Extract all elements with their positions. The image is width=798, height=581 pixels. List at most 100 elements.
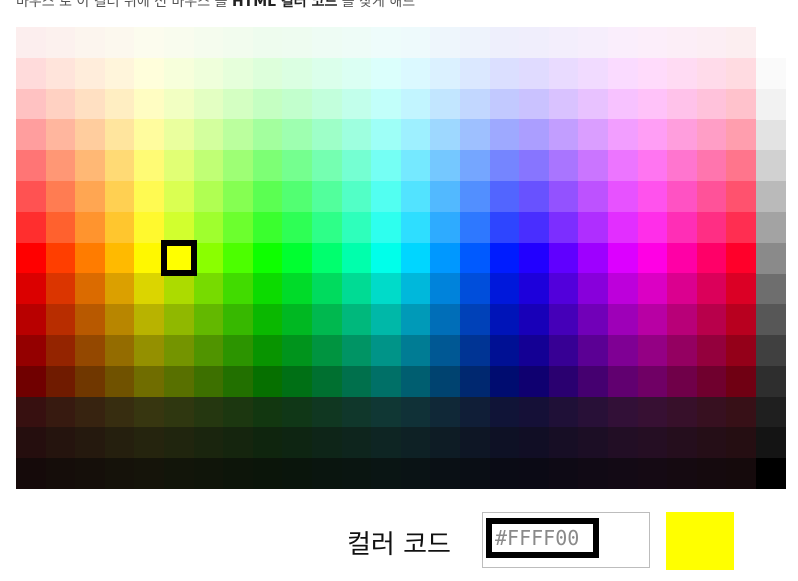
color-swatch[interactable]	[104, 150, 135, 181]
color-swatch[interactable]	[16, 57, 46, 89]
color-swatch[interactable]	[282, 150, 312, 181]
color-swatch[interactable]	[104, 57, 135, 89]
color-swatch[interactable]	[223, 365, 253, 397]
color-swatch[interactable]	[223, 27, 253, 58]
color-swatch[interactable]	[608, 88, 638, 120]
color-swatch[interactable]	[726, 365, 756, 397]
color-swatch[interactable]	[608, 304, 638, 335]
color-swatch[interactable]	[104, 396, 135, 428]
color-swatch[interactable]	[282, 427, 312, 459]
color-swatch[interactable]	[489, 88, 520, 120]
color-swatch[interactable]	[726, 57, 756, 89]
color-swatch[interactable]	[223, 88, 253, 120]
color-swatch[interactable]	[608, 180, 638, 212]
color-swatch[interactable]	[223, 458, 253, 489]
color-swatch[interactable]	[252, 427, 283, 459]
color-swatch[interactable]	[75, 150, 105, 181]
color-swatch[interactable]	[489, 273, 520, 305]
color-swatch[interactable]	[637, 242, 668, 274]
color-swatch[interactable]	[134, 88, 164, 120]
color-swatch[interactable]	[223, 396, 253, 428]
color-swatch[interactable]	[193, 458, 224, 489]
color-swatch[interactable]	[460, 396, 490, 428]
color-swatch[interactable]	[608, 427, 638, 459]
color-swatch[interactable]	[696, 119, 727, 151]
color-swatch[interactable]	[371, 27, 401, 58]
color-swatch[interactable]	[637, 334, 668, 366]
color-swatch[interactable]	[341, 242, 372, 274]
color-swatch[interactable]	[637, 396, 668, 428]
color-swatch[interactable]	[489, 180, 520, 212]
color-swatch[interactable]	[282, 211, 312, 243]
color-swatch[interactable]	[667, 57, 697, 89]
color-swatch[interactable]	[430, 427, 460, 459]
color-swatch[interactable]	[164, 180, 194, 212]
color-swatch[interactable]	[430, 242, 460, 274]
color-swatch[interactable]	[341, 458, 372, 489]
color-swatch[interactable]	[45, 88, 76, 120]
color-swatch[interactable]	[696, 150, 727, 181]
color-swatch[interactable]	[371, 119, 401, 151]
color-swatch[interactable]	[252, 57, 283, 89]
color-swatch[interactable]	[16, 180, 46, 212]
color-swatch[interactable]	[578, 304, 608, 335]
color-swatch[interactable]	[45, 180, 76, 212]
color-swatch[interactable]	[371, 273, 401, 305]
color-swatch[interactable]	[578, 365, 608, 397]
color-swatch[interactable]	[519, 180, 549, 212]
color-swatch[interactable]	[104, 242, 135, 274]
color-swatch[interactable]	[696, 273, 727, 305]
color-swatch[interactable]	[548, 119, 579, 151]
color-swatch[interactable]	[726, 242, 756, 274]
color-swatch[interactable]	[282, 242, 312, 274]
color-swatch[interactable]	[104, 27, 135, 58]
color-swatch[interactable]	[371, 427, 401, 459]
color-swatch[interactable]	[223, 427, 253, 459]
color-swatch[interactable]	[519, 458, 549, 489]
color-swatch[interactable]	[696, 396, 727, 428]
color-swatch[interactable]	[282, 119, 312, 151]
color-swatch[interactable]	[45, 27, 76, 58]
color-swatch[interactable]	[16, 427, 46, 459]
color-swatch[interactable]	[371, 365, 401, 397]
color-swatch[interactable]	[519, 396, 549, 428]
color-swatch[interactable]	[104, 273, 135, 305]
color-swatch[interactable]	[371, 304, 401, 335]
color-swatch[interactable]	[489, 242, 520, 274]
color-swatch[interactable]	[460, 334, 490, 366]
color-swatch[interactable]	[519, 334, 549, 366]
color-swatch[interactable]	[223, 334, 253, 366]
color-swatch[interactable]	[637, 211, 668, 243]
color-swatch[interactable]	[282, 365, 312, 397]
color-swatch[interactable]	[726, 273, 756, 305]
color-swatch[interactable]	[400, 365, 431, 397]
color-swatch[interactable]	[548, 427, 579, 459]
color-swatch[interactable]	[430, 396, 460, 428]
color-swatch[interactable]	[312, 180, 342, 212]
color-swatch[interactable]	[726, 119, 756, 151]
color-swatch[interactable]	[400, 396, 431, 428]
color-swatch[interactable]	[104, 427, 135, 459]
color-swatch[interactable]	[312, 57, 342, 89]
color-swatch[interactable]	[667, 27, 697, 58]
color-swatch[interactable]	[252, 211, 283, 243]
color-swatch[interactable]	[371, 334, 401, 366]
color-swatch[interactable]	[252, 458, 283, 489]
color-swatch[interactable]	[400, 150, 431, 181]
color-swatch[interactable]	[252, 334, 283, 366]
color-swatch[interactable]	[341, 88, 372, 120]
color-swatch[interactable]	[667, 334, 697, 366]
color-swatch[interactable]	[282, 27, 312, 58]
color-swatch[interactable]	[400, 27, 431, 58]
color-swatch[interactable]	[134, 334, 164, 366]
color-swatch[interactable]	[223, 304, 253, 335]
color-swatch[interactable]	[193, 304, 224, 335]
color-swatch[interactable]	[519, 427, 549, 459]
color-swatch[interactable]	[312, 119, 342, 151]
color-swatch[interactable]	[45, 150, 76, 181]
color-swatch[interactable]	[75, 211, 105, 243]
color-swatch[interactable]	[489, 334, 520, 366]
color-swatch[interactable]	[371, 150, 401, 181]
color-swatch[interactable]	[341, 365, 372, 397]
color-swatch[interactable]	[667, 427, 697, 459]
